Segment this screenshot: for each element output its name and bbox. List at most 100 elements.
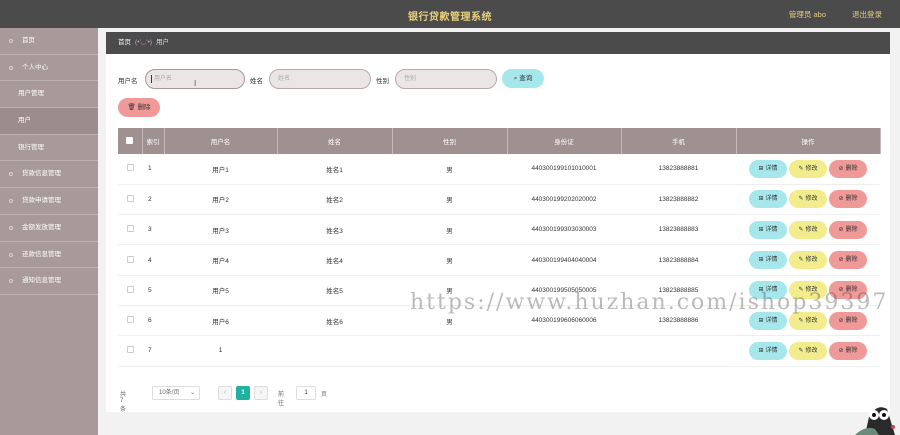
trash-icon: ⊘ (838, 226, 844, 233)
table-row: 3 用户3 姓名3 男 440300199303030003 13823888883 ⊞ 详情… (118, 214, 880, 246)
col-header-name: 姓名 (277, 128, 393, 154)
search-button[interactable]: ⌕ 查询 (502, 69, 544, 88)
breadcrumb: 首页 (•'◡'•) 用户 (106, 32, 890, 54)
sidebar-item-label: 金额发放管理 (22, 223, 61, 231)
table-row: 5 用户5 姓名5 男 440300199505050005 13823888885 ⊞ 详情… (118, 275, 880, 306)
select-all-cell[interactable] (118, 128, 143, 154)
delete-button[interactable]: ⊘ 删除 (829, 341, 867, 360)
sidebar-item-3[interactable]: 用户 (0, 108, 98, 135)
detail-button[interactable]: ⊞ 详情 (749, 190, 787, 209)
next-page-button[interactable]: › (254, 386, 268, 400)
cell-phone: 13823888884 (621, 244, 736, 276)
cell-username: 用户4 (164, 244, 277, 276)
row-checkbox[interactable] (126, 346, 134, 354)
edit-icon: ✎ (798, 287, 804, 294)
delete-button[interactable]: ⊘ 删除 (829, 159, 867, 178)
gender-input[interactable]: 性别 (395, 69, 497, 89)
delete-button[interactable]: ⊘ 删除 (829, 251, 867, 270)
select-all-checkbox[interactable] (126, 136, 134, 144)
row-checkbox[interactable] (126, 255, 134, 263)
row-select-cell[interactable] (118, 154, 142, 185)
edit-icon: ✎ (798, 196, 804, 203)
detail-button[interactable]: ⊞ 详情 (749, 311, 787, 330)
row-select-cell[interactable] (118, 305, 142, 337)
cell-phone (621, 335, 736, 367)
sidebar-item-1[interactable]: 个人中心 (0, 55, 98, 82)
current-page[interactable]: 1 (236, 386, 250, 400)
edit-button[interactable]: ✎ 修改 (789, 220, 827, 239)
row-select-cell[interactable] (118, 275, 142, 306)
sidebar-item-label: 银行管理 (18, 143, 44, 151)
cell-actions: ⊞ 详情 ✎ 修改 ⊘ 删除 (736, 275, 880, 306)
breadcrumb-home[interactable]: 首页 (118, 39, 131, 46)
cell-name: 姓名1 (277, 154, 392, 185)
prev-page-button[interactable]: ‹ (218, 386, 232, 400)
detail-icon: ⊞ (758, 257, 764, 264)
detail-button[interactable]: ⊞ 详情 (749, 341, 787, 360)
cell-index: 5 (142, 275, 164, 306)
main-panel: 首页 (•'◡'•) 用户 用户名 用户名 I 姓名 姓名 性别 性别 ⌕ 查询 🗑… (106, 32, 890, 413)
trash-icon: ⊘ (838, 257, 844, 264)
detail-button[interactable]: ⊞ 详情 (749, 251, 787, 270)
row-checkbox[interactable] (126, 316, 134, 324)
name-input[interactable]: 姓名 (269, 69, 371, 89)
delete-button[interactable]: ⊘ 删除 (829, 190, 867, 209)
sidebar-item-label: 贷款申请管理 (22, 197, 61, 205)
delete-button[interactable]: ⊘ 删除 (829, 311, 867, 330)
logout-link[interactable]: 退出登录 (852, 9, 882, 20)
admin-user: 管理员 abo (788, 10, 826, 19)
sidebar-item-7[interactable]: 金额发放管理 (0, 215, 98, 242)
sidebar-item-8[interactable]: 还款信息管理 (0, 242, 98, 269)
menu-bullet-icon (9, 199, 13, 204)
goto-page-input[interactable]: 1 (296, 386, 316, 400)
row-checkbox[interactable] (126, 194, 134, 202)
sidebar-item-5[interactable]: 贷款信息管理 (0, 161, 98, 189)
detail-button[interactable]: ⊞ 详情 (749, 281, 787, 300)
detail-button[interactable]: ⊞ 详情 (749, 220, 787, 239)
trash-icon: ⊘ (838, 196, 844, 203)
detail-label: 详情 (765, 226, 778, 233)
edit-button[interactable]: ✎ 修改 (789, 251, 827, 270)
sidebar-item-2[interactable]: 用户管理 (0, 81, 98, 109)
edit-button[interactable]: ✎ 修改 (789, 341, 827, 360)
breadcrumb-face: (•'◡'•) (135, 39, 153, 46)
sidebar-item-6[interactable]: 贷款申请管理 (0, 188, 98, 215)
row-checkbox[interactable] (126, 285, 134, 293)
sidebar-item-label: 用户 (18, 117, 31, 125)
cell-actions: ⊞ 详情 ✎ 修改 ⊘ 删除 (736, 305, 880, 337)
row-select-cell[interactable] (118, 184, 142, 216)
row-checkbox[interactable] (126, 225, 134, 233)
col-header-index: 索引 (142, 128, 165, 154)
delete-button[interactable]: ⊘ 删除 (829, 281, 867, 300)
sidebar-item-4[interactable]: 银行管理 (0, 135, 98, 162)
batch-delete-button[interactable]: 🗑 删除 (118, 98, 160, 117)
sidebar-item-0[interactable]: 首页 (0, 28, 98, 55)
sidebar-item-9[interactable]: 通知信息管理 (0, 268, 98, 295)
detail-label: 详情 (765, 257, 778, 264)
row-select-cell[interactable] (118, 244, 142, 276)
cell-gender (392, 335, 507, 367)
sidebar-item-label: 还款信息管理 (22, 250, 61, 258)
trash-icon: ⊘ (838, 347, 844, 354)
edit-button[interactable]: ✎ 修改 (789, 159, 827, 178)
detail-icon: ⊞ (758, 196, 764, 203)
edit-button[interactable]: ✎ 修改 (789, 190, 827, 209)
cell-username: 用户1 (164, 154, 277, 185)
detail-button[interactable]: ⊞ 详情 (749, 159, 787, 178)
cell-actions: ⊞ 详情 ✎ 修改 ⊘ 删除 (736, 154, 880, 185)
edit-button[interactable]: ✎ 修改 (789, 281, 827, 300)
row-checkbox[interactable] (126, 164, 134, 172)
detail-icon: ⊞ (758, 287, 764, 294)
username-input[interactable]: 用户名 I (145, 69, 245, 89)
edit-button[interactable]: ✎ 修改 (789, 311, 827, 330)
cell-idcard: 440300199303030003 (507, 214, 621, 246)
cell-actions: ⊞ 详情 ✎ 修改 ⊘ 删除 (736, 184, 880, 216)
row-select-cell[interactable] (118, 214, 142, 246)
page-size-select[interactable]: 10条/页 ⌄ (152, 386, 200, 400)
cell-name: 姓名5 (277, 275, 392, 306)
sidebar-item-label: 贷款信息管理 (22, 170, 61, 178)
row-select-cell[interactable] (118, 335, 142, 367)
cell-phone: 13823888886 (621, 305, 736, 337)
name-placeholder: 姓名 (278, 76, 291, 82)
delete-button[interactable]: ⊘ 删除 (829, 220, 867, 239)
